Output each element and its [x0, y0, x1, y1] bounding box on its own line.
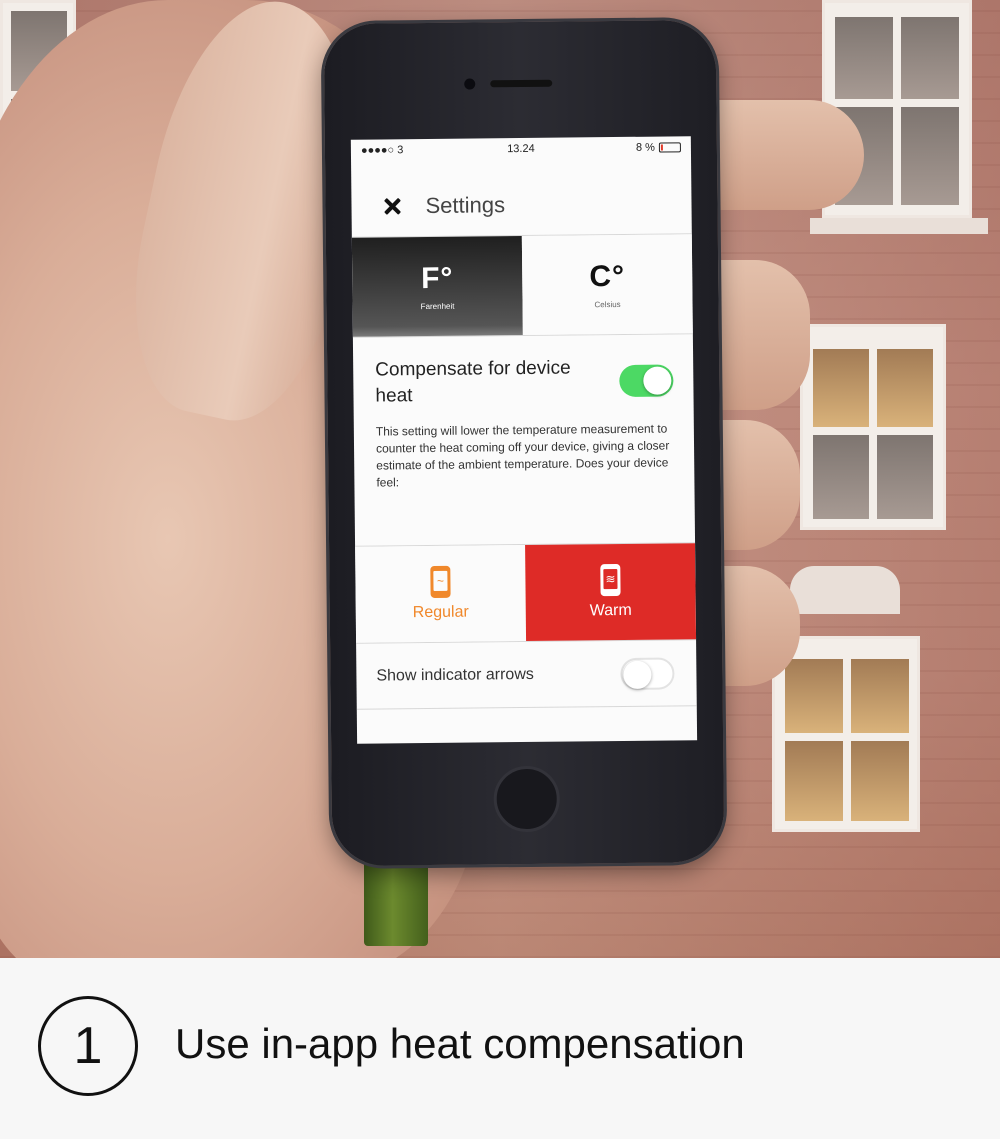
unit-selector: F° Farenheit C° Celsius: [351, 234, 693, 338]
status-right: 8 %: [574, 141, 681, 154]
phone-heat-icon: [600, 563, 621, 597]
step-number: 1: [38, 996, 138, 1096]
home-button[interactable]: [493, 765, 561, 833]
heat-option-label: Regular: [412, 603, 469, 622]
building-window: [772, 636, 920, 832]
photo: ●●●●○ 3 13.24 8 % Settings F° Farenheit …: [0, 0, 1000, 958]
heat-warm-button[interactable]: Warm: [525, 543, 697, 641]
speaker: [490, 79, 553, 88]
toggle-knob: [623, 660, 652, 689]
caption: 1 Use in-app heat compensation: [0, 958, 1000, 1139]
clock: 13.24: [507, 142, 535, 156]
unit-fahrenheit-button[interactable]: F° Farenheit: [351, 236, 523, 337]
battery-icon: [658, 142, 681, 153]
nav-title: Settings: [425, 191, 506, 218]
status-bar: ●●●●○ 3 13.24 8 %: [351, 136, 691, 162]
toggle-knob: [643, 366, 672, 395]
building-window: [800, 324, 946, 530]
unit-symbol: C°: [589, 259, 626, 294]
compensation-description: This setting will lower the temperature …: [375, 421, 670, 490]
temperature-probe: [364, 860, 428, 946]
compensation-section: Compensate for device heat This setting …: [353, 334, 695, 492]
heat-selector: Regular Warm: [355, 542, 697, 644]
front-camera: [464, 78, 476, 90]
indicator-arrows-label: Show indicator arrows: [376, 665, 534, 685]
heat-regular-button[interactable]: Regular: [355, 544, 527, 643]
nav-bar: Settings: [351, 172, 692, 238]
carrier-signal: ●●●●○ 3: [360, 144, 404, 157]
heat-option-label: Warm: [589, 601, 632, 620]
compensation-toggle[interactable]: [619, 364, 674, 397]
indicator-arrows-toggle[interactable]: [620, 657, 675, 691]
indicator-arrows-row: Show indicator arrows: [356, 640, 697, 710]
phone: ●●●●○ 3 13.24 8 % Settings F° Farenheit …: [323, 19, 725, 867]
close-icon[interactable]: [379, 193, 405, 219]
phone-regular-icon: [430, 565, 451, 598]
unit-label: Celsius: [594, 299, 621, 310]
battery-percent: 8 %: [635, 141, 655, 154]
unit-celsius-button[interactable]: C° Celsius: [521, 234, 693, 336]
unit-symbol: F°: [420, 261, 454, 296]
app-screen: ●●●●○ 3 13.24 8 % Settings F° Farenheit …: [350, 136, 698, 744]
compensation-title: Compensate for device heat: [375, 357, 571, 407]
caption-text: Use in-app heat compensation: [175, 1020, 745, 1067]
unit-label: Farenheit: [420, 301, 455, 312]
